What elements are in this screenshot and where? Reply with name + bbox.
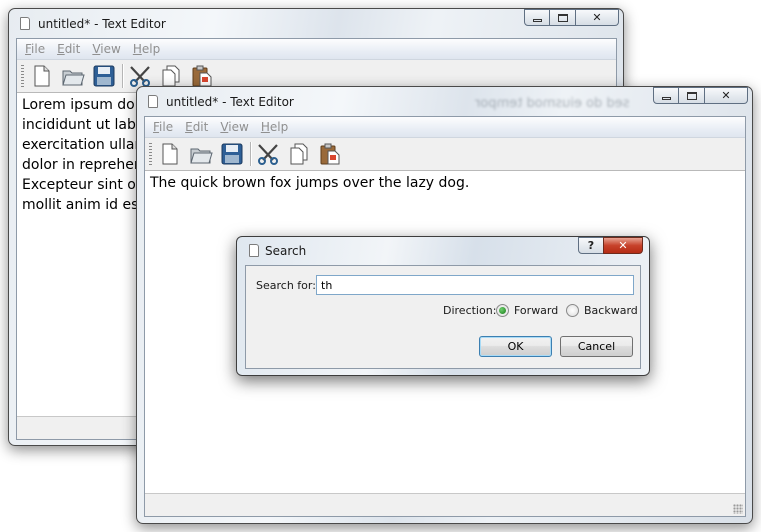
new-button[interactable] (29, 63, 55, 89)
cut-icon (258, 144, 278, 165)
maximize-icon (686, 91, 697, 100)
copy-button[interactable] (286, 141, 312, 167)
dialog-client-area: Search for: Direction: Forward Backward … (245, 265, 641, 369)
maximize-button[interactable] (550, 9, 576, 26)
direction-label: Direction: (443, 304, 497, 317)
save-icon (93, 65, 115, 87)
maximize-button[interactable] (679, 87, 705, 104)
maximize-icon (557, 13, 568, 22)
close-icon: ✕ (618, 239, 628, 252)
new-button[interactable] (157, 141, 183, 167)
front-title-bar[interactable]: sed do eiusmod tempor untitled* - Text E… (137, 87, 752, 115)
cut-icon (130, 66, 150, 87)
cut-button[interactable] (255, 141, 281, 167)
help-button[interactable]: ? (578, 237, 604, 254)
document-icon (20, 17, 30, 30)
open-button[interactable] (60, 63, 86, 89)
save-button[interactable] (91, 63, 117, 89)
front-toolbar (145, 138, 745, 171)
backward-label[interactable]: Backward (584, 304, 638, 317)
paste-button[interactable] (317, 141, 343, 167)
forward-radio[interactable] (496, 304, 509, 317)
document-icon (249, 244, 259, 257)
menu-file[interactable]: File (19, 42, 51, 56)
ok-button[interactable]: OK (479, 336, 552, 357)
menu-help[interactable]: Help (127, 42, 166, 56)
save-icon (221, 143, 243, 165)
menu-view[interactable]: View (214, 120, 254, 134)
minimize-button[interactable] (653, 87, 679, 104)
paste-icon (320, 143, 340, 165)
save-button[interactable] (219, 141, 245, 167)
menu-view[interactable]: View (86, 42, 126, 56)
open-folder-icon (62, 70, 85, 86)
toolbar-grip[interactable] (21, 65, 24, 87)
copy-icon (290, 143, 308, 165)
open-folder-icon (190, 148, 213, 164)
close-icon: ✕ (592, 11, 602, 24)
close-icon: ✕ (721, 89, 731, 102)
paste-icon (192, 65, 212, 87)
front-menu-bar: File Edit View Help (145, 117, 745, 138)
copy-icon (162, 65, 180, 87)
new-file-icon (162, 143, 178, 165)
close-button[interactable]: ✕ (705, 87, 748, 104)
backward-radio[interactable] (566, 304, 579, 317)
dialog-close-button[interactable]: ✕ (603, 237, 643, 254)
minimize-icon (532, 19, 542, 22)
ghost-blur-text: sed do eiusmod tempor (475, 96, 630, 111)
text-line: The quick brown fox jumps over the lazy … (150, 175, 470, 191)
back-window-title: untitled* - Text Editor (38, 17, 166, 31)
forward-label[interactable]: Forward (514, 304, 558, 317)
menu-help[interactable]: Help (255, 120, 294, 134)
close-button[interactable]: ✕ (576, 9, 619, 26)
front-status-bar (145, 493, 745, 516)
menu-edit[interactable]: Edit (179, 120, 214, 134)
back-title-bar[interactable]: untitled* - Text Editor ✕ (9, 9, 623, 37)
cancel-button[interactable]: Cancel (560, 336, 633, 357)
help-icon: ? (587, 239, 595, 252)
minimize-icon (661, 97, 671, 100)
toolbar-separator (122, 64, 123, 88)
search-dialog[interactable]: Search ? ✕ Search for: Direction: Forwar… (236, 236, 650, 376)
document-icon (148, 95, 158, 108)
menu-file[interactable]: File (147, 120, 179, 134)
toolbar-separator (250, 142, 251, 166)
minimize-button[interactable] (524, 9, 550, 26)
new-file-icon (34, 65, 50, 87)
toolbar-grip[interactable] (149, 143, 152, 165)
dialog-title: Search (265, 244, 307, 258)
menu-edit[interactable]: Edit (51, 42, 86, 56)
back-menu-bar: File Edit View Help (17, 39, 616, 60)
search-input[interactable] (316, 275, 634, 295)
front-window-title: untitled* - Text Editor (166, 95, 294, 109)
search-for-label: Search for: (256, 279, 316, 292)
resize-grip[interactable] (733, 504, 743, 514)
open-button[interactable] (188, 141, 214, 167)
